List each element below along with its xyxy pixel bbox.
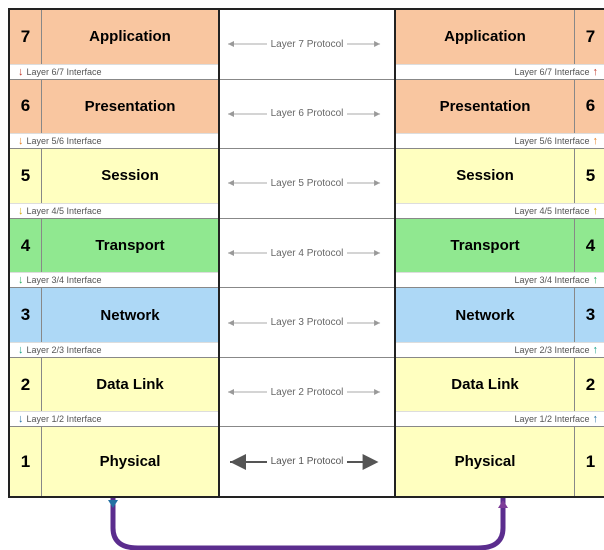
left-stack: 7 Application ↓ Layer 6/7 Interface 6 Pr… — [10, 10, 220, 496]
left-num-3: 3 — [10, 288, 42, 342]
left-iface-6-5: ↓ Layer 5/6 Interface — [10, 133, 218, 148]
right-iface-2-1: Layer 1/2 Interface ↑ — [396, 411, 604, 426]
proto-label-3: Layer 3 Protocol — [267, 317, 348, 328]
middle-proto-3: Layer 3 Protocol — [220, 288, 394, 358]
right-layer-2: Data Link 2 Layer 1/2 Interface ↑ — [396, 358, 604, 428]
left-num-4: 4 — [10, 219, 42, 273]
proto-label-5: Layer 5 Protocol — [267, 178, 348, 189]
left-name-3: Network — [42, 288, 218, 342]
right-name-3: Network — [396, 288, 574, 342]
right-name-5: Session — [396, 149, 574, 203]
middle-proto-2: Layer 2 Protocol — [220, 358, 394, 428]
right-name-4: Transport — [396, 219, 574, 273]
left-name-5: Session — [42, 149, 218, 203]
middle-proto-5: Layer 5 Protocol — [220, 149, 394, 219]
left-name-4: Transport — [42, 219, 218, 273]
proto-label-7: Layer 7 Protocol — [267, 39, 348, 50]
osi-diagram: 7 Application ↓ Layer 6/7 Interface 6 Pr… — [0, 0, 604, 541]
left-name-7: Application — [42, 10, 218, 64]
middle-stack: Layer 7 Protocol Layer 6 Protocol Laye — [220, 10, 396, 496]
right-num-6: 6 — [574, 80, 604, 134]
right-layer-5: Session 5 Layer 4/5 Interface ↑ — [396, 149, 604, 219]
right-iface-4-3: Layer 3/4 Interface ↑ — [396, 272, 604, 287]
bottom-arrows-svg — [8, 498, 604, 550]
left-name-6: Presentation — [42, 80, 218, 134]
proto-label-6: Layer 6 Protocol — [267, 108, 348, 119]
left-iface-3-2: ↓ Layer 2/3 Interface — [10, 342, 218, 357]
right-layer-7: Application 7 Layer 6/7 Interface ↑ — [396, 10, 604, 80]
right-num-3: 3 — [574, 288, 604, 342]
right-num-1: 1 — [574, 427, 604, 496]
left-layer-4: 4 Transport ↓ Layer 3/4 Interface — [10, 219, 218, 289]
middle-proto-6: Layer 6 Protocol — [220, 80, 394, 150]
right-num-7: 7 — [574, 10, 604, 64]
proto-label-2: Layer 2 Protocol — [267, 387, 348, 398]
bottom-curves — [8, 498, 604, 546]
right-iface-7-6: Layer 6/7 Interface ↑ — [396, 64, 604, 79]
right-layer-6: Presentation 6 Layer 5/6 Interface ↑ — [396, 80, 604, 150]
right-iface-6-5: Layer 5/6 Interface ↑ — [396, 133, 604, 148]
right-layer-4: Transport 4 Layer 3/4 Interface ↑ — [396, 219, 604, 289]
left-iface-2-1: ↓ Layer 1/2 Interface — [10, 411, 218, 426]
left-num-7: 7 — [10, 10, 42, 64]
left-layer-2: 2 Data Link ↓ Layer 1/2 Interface — [10, 358, 218, 428]
left-num-2: 2 — [10, 358, 42, 412]
right-name-6: Presentation — [396, 80, 574, 134]
right-layer-3: Network 3 Layer 2/3 Interface ↑ — [396, 288, 604, 358]
left-iface-7-6: ↓ Layer 6/7 Interface — [10, 64, 218, 79]
left-layer-5: 5 Session ↓ Layer 4/5 Interface — [10, 149, 218, 219]
right-layer-1: Physical 1 — [396, 427, 604, 496]
left-name-2: Data Link — [42, 358, 218, 412]
right-name-7: Application — [396, 10, 574, 64]
middle-proto-7: Layer 7 Protocol — [220, 10, 394, 80]
proto-label-4: Layer 4 Protocol — [267, 248, 348, 259]
middle-proto-1: Layer 1 Protocol — [220, 427, 394, 496]
left-layer-6: 6 Presentation ↓ Layer 5/6 Interface — [10, 80, 218, 150]
left-name-1: Physical — [42, 427, 218, 496]
right-iface-3-2: Layer 2/3 Interface ↑ — [396, 342, 604, 357]
left-layer-7: 7 Application ↓ Layer 6/7 Interface — [10, 10, 218, 80]
left-iface-5-4: ↓ Layer 4/5 Interface — [10, 203, 218, 218]
right-num-5: 5 — [574, 149, 604, 203]
right-iface-5-4: Layer 4/5 Interface ↑ — [396, 203, 604, 218]
left-num-1: 1 — [10, 427, 42, 496]
left-num-6: 6 — [10, 80, 42, 134]
right-name-2: Data Link — [396, 358, 574, 412]
left-iface-4-3: ↓ Layer 3/4 Interface — [10, 272, 218, 287]
left-num-5: 5 — [10, 149, 42, 203]
proto-label-1: Layer 1 Protocol — [267, 456, 348, 467]
right-num-2: 2 — [574, 358, 604, 412]
left-layer-3: 3 Network ↓ Layer 2/3 Interface — [10, 288, 218, 358]
left-layer-1: 1 Physical — [10, 427, 218, 496]
middle-proto-4: Layer 4 Protocol — [220, 219, 394, 289]
right-name-1: Physical — [396, 427, 574, 496]
right-stack: Application 7 Layer 6/7 Interface ↑ Pres… — [396, 10, 604, 496]
right-num-4: 4 — [574, 219, 604, 273]
